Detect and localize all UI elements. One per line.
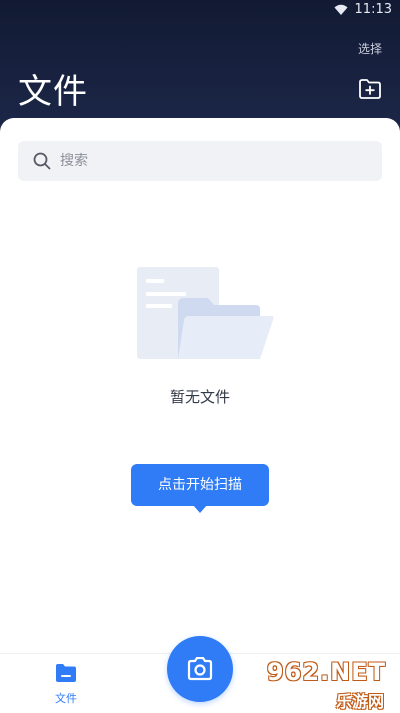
new-folder-icon[interactable] [358,78,382,100]
header: 11:13 选择 文件 [0,0,400,130]
folder-icon [56,664,76,682]
search-input[interactable] [58,152,362,170]
empty-folder-illustration [137,267,274,359]
status-bar: 11:13 [0,0,400,22]
page-title: 文件 [18,72,88,112]
select-button[interactable]: 选择 [358,40,382,57]
camera-icon [187,657,213,681]
file-list-panel: 暂无文件 [0,118,400,712]
tab-files[interactable]: 文件 [46,662,86,712]
search-bar[interactable] [18,141,382,181]
scan-tip-tooltip[interactable]: 点击开始扫描 [131,464,269,513]
tab-files-label: 文件 [55,692,77,705]
empty-state-text: 暂无文件 [169,388,230,406]
tooltip-arrow [193,505,207,513]
search-icon [33,152,51,170]
scan-tip-label: 点击开始扫描 [158,477,242,493]
wifi-icon [334,4,348,15]
scan-camera-button[interactable] [167,636,233,702]
status-time: 11:13 [354,2,392,17]
